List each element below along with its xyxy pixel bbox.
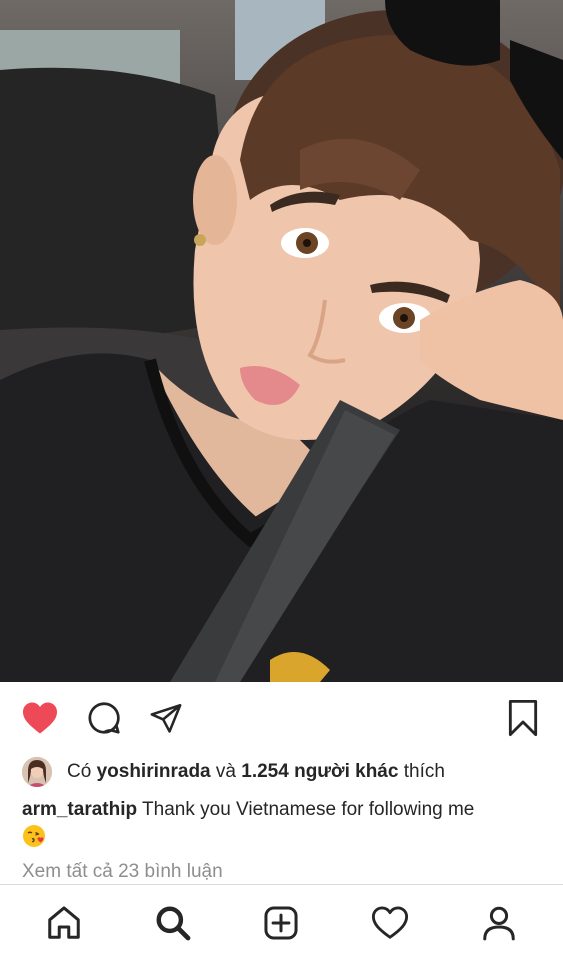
nav-new-post[interactable] — [253, 895, 309, 951]
likes-summary[interactable]: Có yoshirinrada và 1.254 người khác thíc… — [22, 756, 445, 788]
nav-home[interactable] — [36, 895, 92, 951]
bookmark-icon — [508, 699, 538, 737]
caption-text: Thank you Vietnamese for following me — [142, 799, 475, 820]
kissing-face-with-heart-emoji — [23, 825, 45, 847]
post-action-bar — [0, 682, 563, 754]
activity-heart-icon — [372, 906, 409, 939]
likes-suffix: thích — [403, 761, 445, 782]
home-icon — [48, 905, 81, 939]
liker-avatar[interactable] — [22, 757, 52, 787]
share-button[interactable] — [146, 698, 186, 738]
search-icon — [156, 906, 191, 940]
save-button[interactable] — [503, 698, 543, 738]
liker-username[interactable]: yoshirinrada — [97, 761, 211, 783]
nav-activity[interactable] — [362, 895, 418, 951]
likes-prefix: Có — [67, 761, 92, 782]
likes-connector: và — [215, 761, 236, 782]
paper-plane-icon — [150, 703, 182, 733]
view-all-comments-link[interactable]: Xem tất cả 23 bình luận — [22, 861, 223, 883]
avatar-photo — [22, 757, 52, 787]
like-button[interactable] — [20, 698, 60, 738]
comment-bubble-icon — [88, 702, 120, 734]
bottom-navigation — [0, 884, 563, 960]
nav-search[interactable] — [145, 895, 201, 951]
profile-icon — [482, 906, 515, 940]
nav-profile[interactable] — [471, 895, 527, 951]
post-caption: arm_tarathip Thank you Vietnamese for fo… — [22, 796, 547, 853]
selfie-image — [0, 0, 563, 682]
add-post-icon — [264, 905, 299, 940]
post-photo[interactable] — [0, 0, 563, 682]
heart-filled-icon — [23, 702, 57, 734]
caption-username[interactable]: arm_tarathip — [22, 799, 137, 820]
likes-count[interactable]: 1.254 người khác — [241, 761, 398, 783]
comment-button[interactable] — [84, 698, 124, 738]
